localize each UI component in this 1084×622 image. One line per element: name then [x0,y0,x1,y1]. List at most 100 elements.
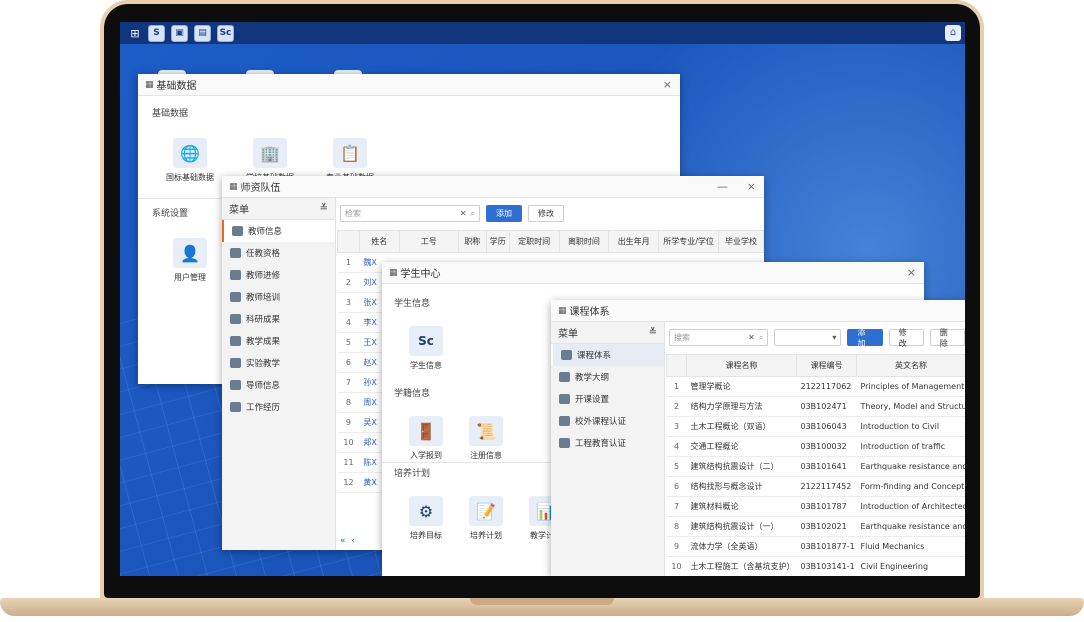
table-row[interactable]: 7 建筑材料概论 03B101787 Introduction of Architec… [666,496,965,517]
menu-item[interactable]: 工作经历 [222,396,335,418]
table-row[interactable]: 1 管理学概论 2122117062 Principles of Management [666,376,965,397]
window-title-bar: ▦ 课程体系 [551,300,965,322]
menu-item[interactable]: 开课设置 [551,388,664,410]
close-icon[interactable]: × [663,78,672,91]
menu-icon [559,372,570,382]
menu-item[interactable]: 教学成果 [222,330,335,352]
search-icon[interactable]: ⌕ [471,209,475,219]
menu-icon [230,358,241,368]
menu-header: 菜单 ≚ [551,322,664,344]
menu-icon [230,336,241,346]
menu-item[interactable]: 工程教育认证 [551,432,664,454]
table-row[interactable]: 4 交通工程概论 03B100032 Introduction of traffic [666,436,965,457]
tile-user-management[interactable]: 👤 用户管理 [160,238,220,283]
menu-item[interactable]: 教师培训 [222,286,335,308]
menu-header: 菜单 ≚ [222,198,335,220]
menu-item-course-system[interactable]: 课程体系 [551,344,664,366]
table-row[interactable]: 10 土木工程施工（含基坑支护） 03B103141-1 Civil Engineer… [666,556,965,576]
gear-icon: ⚙ [409,496,443,526]
table-row[interactable]: 5 建筑结构抗震设计（二） 03B101641 Earthquake resistan… [666,456,965,477]
table-row[interactable]: 8 建筑结构抗震设计（一） 03B102021 Earthquake resistan… [666,516,965,537]
windows-start-icon[interactable]: ⊞ [128,27,142,40]
courses-table: 课程名称 课程编号 英文名称 1 管理学概论 2122117062 Principle… [666,354,965,576]
table-header: 姓名 工号 职称 学历 定职时间 离职时间 出生年月 所学专业/学位 毕业学校 [337,230,764,253]
section-label: 学生信息 [394,299,431,309]
window-title-bar: ▦ 师资队伍 [222,176,764,198]
student-card-icon: Sc [409,326,443,356]
close-icon[interactable]: × [747,180,756,193]
globe-icon: 🌐 [173,138,207,168]
taskbar-app-4-icon[interactable]: Sc [217,24,234,42]
menu-icon [230,270,241,280]
menu-item[interactable]: 科研成果 [222,308,335,330]
menu-item[interactable]: 导师信息 [222,374,335,396]
close-icon[interactable]: × [907,266,916,279]
section-label: 培养计划 [394,469,431,479]
menu-item[interactable]: 任教资格 [222,242,335,264]
toolbar: 检索 ✕ ⌕ 添加 修改 [340,205,564,222]
window-app-icon: ▦ [229,181,238,192]
menu-icon [559,394,570,404]
certificate-icon: 📜 [469,416,503,446]
search-input[interactable]: 检索 ✕ ⌕ [340,205,480,222]
menu-item[interactable]: 教师进修 [222,264,335,286]
window-title: 课程体系 [569,307,610,318]
menu-item[interactable]: 校外课程认证 [551,410,664,432]
menu-icon [232,226,243,236]
menu-icon [230,248,241,258]
side-menu: 菜单 ≚ 教师信息 任教资格 教师进修 教师培训 科研成果 教学成果 实验教学 … [222,198,336,550]
table-row[interactable]: 2 结构力学原理与方法 03B102471 Theory, Model and Str… [666,396,965,417]
collapse-icon[interactable]: ≚ [649,327,657,338]
menu-item-teacher-info[interactable]: 教师信息 [222,220,335,242]
edit-button[interactable]: 修改 [528,205,564,222]
screen: ⊞ S ▣ ▤ Sc ⌂ ▦ 基础数据 × 基础数据 🌐 国标基础数据 🏢 学校… [120,22,965,576]
menu-icon [559,416,570,426]
search-input[interactable]: 搜索 ✕ ⌕ [669,329,769,346]
menu-icon [230,402,241,412]
section-label: 基础数据 [152,109,189,119]
menu-item[interactable]: 实验教学 [222,352,335,374]
filter-select[interactable]: ▾ [774,329,842,346]
clear-icon[interactable]: ✕ [460,209,467,218]
taskbar-app-3-icon[interactable]: ▤ [194,24,211,42]
add-button[interactable]: 添加 [486,205,522,222]
laptop-notch [470,598,614,605]
menu-item[interactable]: 教学大纲 [551,366,664,388]
tile-registration[interactable]: 📜 注册信息 [456,416,516,461]
section-label: 学籍信息 [394,389,431,399]
taskbar-app-1-icon[interactable]: S [148,24,165,42]
menu-icon [561,350,572,360]
pagination-icon[interactable]: « ‹ [340,536,355,546]
add-button[interactable]: 添加 [847,328,883,348]
table-row[interactable]: 6 结构找形与概念设计 2122117452 Form-finding and Con… [666,476,965,497]
section-label: 系统设置 [152,209,189,219]
tile-training-goal[interactable]: ⚙ 培养目标 [396,496,456,541]
edit-button[interactable]: 修改 [888,328,924,348]
clear-icon[interactable]: ✕ [748,333,755,342]
delete-button[interactable]: 删除 [929,328,965,348]
home-icon[interactable]: ⌂ [945,25,961,41]
window-title: 基础数据 [156,81,197,92]
table-row[interactable]: 3 土木工程概论（双语） 03B106043 Introduction to Civi… [666,416,965,437]
minimize-icon[interactable]: — [717,180,728,193]
window-app-icon: ▦ [558,305,567,316]
window-title: 师资队伍 [240,183,281,194]
table-row[interactable]: 9 流体力学（全英语） 03B101877-1 Fluid Mechanics [666,536,965,557]
board-icon: 📋 [333,138,367,168]
tile-student-info[interactable]: Sc 学生信息 [396,326,456,371]
tile-enrollment[interactable]: 🚪 入学报到 [396,416,456,461]
user-icon: 👤 [173,238,207,268]
taskbar: ⊞ S ▣ ▤ Sc ⌂ [120,22,965,44]
tile-national-data[interactable]: 🌐 国标基础数据 [160,138,220,183]
tile-training-plan[interactable]: 📝 培养计划 [456,496,516,541]
collapse-icon[interactable]: ≚ [320,203,328,214]
window-title: 学生中心 [400,269,441,280]
taskbar-app-2-icon[interactable]: ▣ [171,24,188,42]
toolbar: 搜索 ✕ ⌕ ▾ 添加 修改 删除 [669,328,965,348]
document-pen-icon: 📝 [469,496,503,526]
side-menu: 菜单 ≚ 课程体系 教学大纲 开课设置 校外课程认证 工程教育认证 [551,322,665,576]
door-icon: 🚪 [409,416,443,446]
search-icon[interactable]: ⌕ [759,333,763,343]
table-header: 课程名称 课程编号 英文名称 [666,354,965,377]
window-courses: ▦ 课程体系 菜单 ≚ 课程体系 教学大纲 开课设置 校外课程认证 工程教育认证… [551,300,965,576]
